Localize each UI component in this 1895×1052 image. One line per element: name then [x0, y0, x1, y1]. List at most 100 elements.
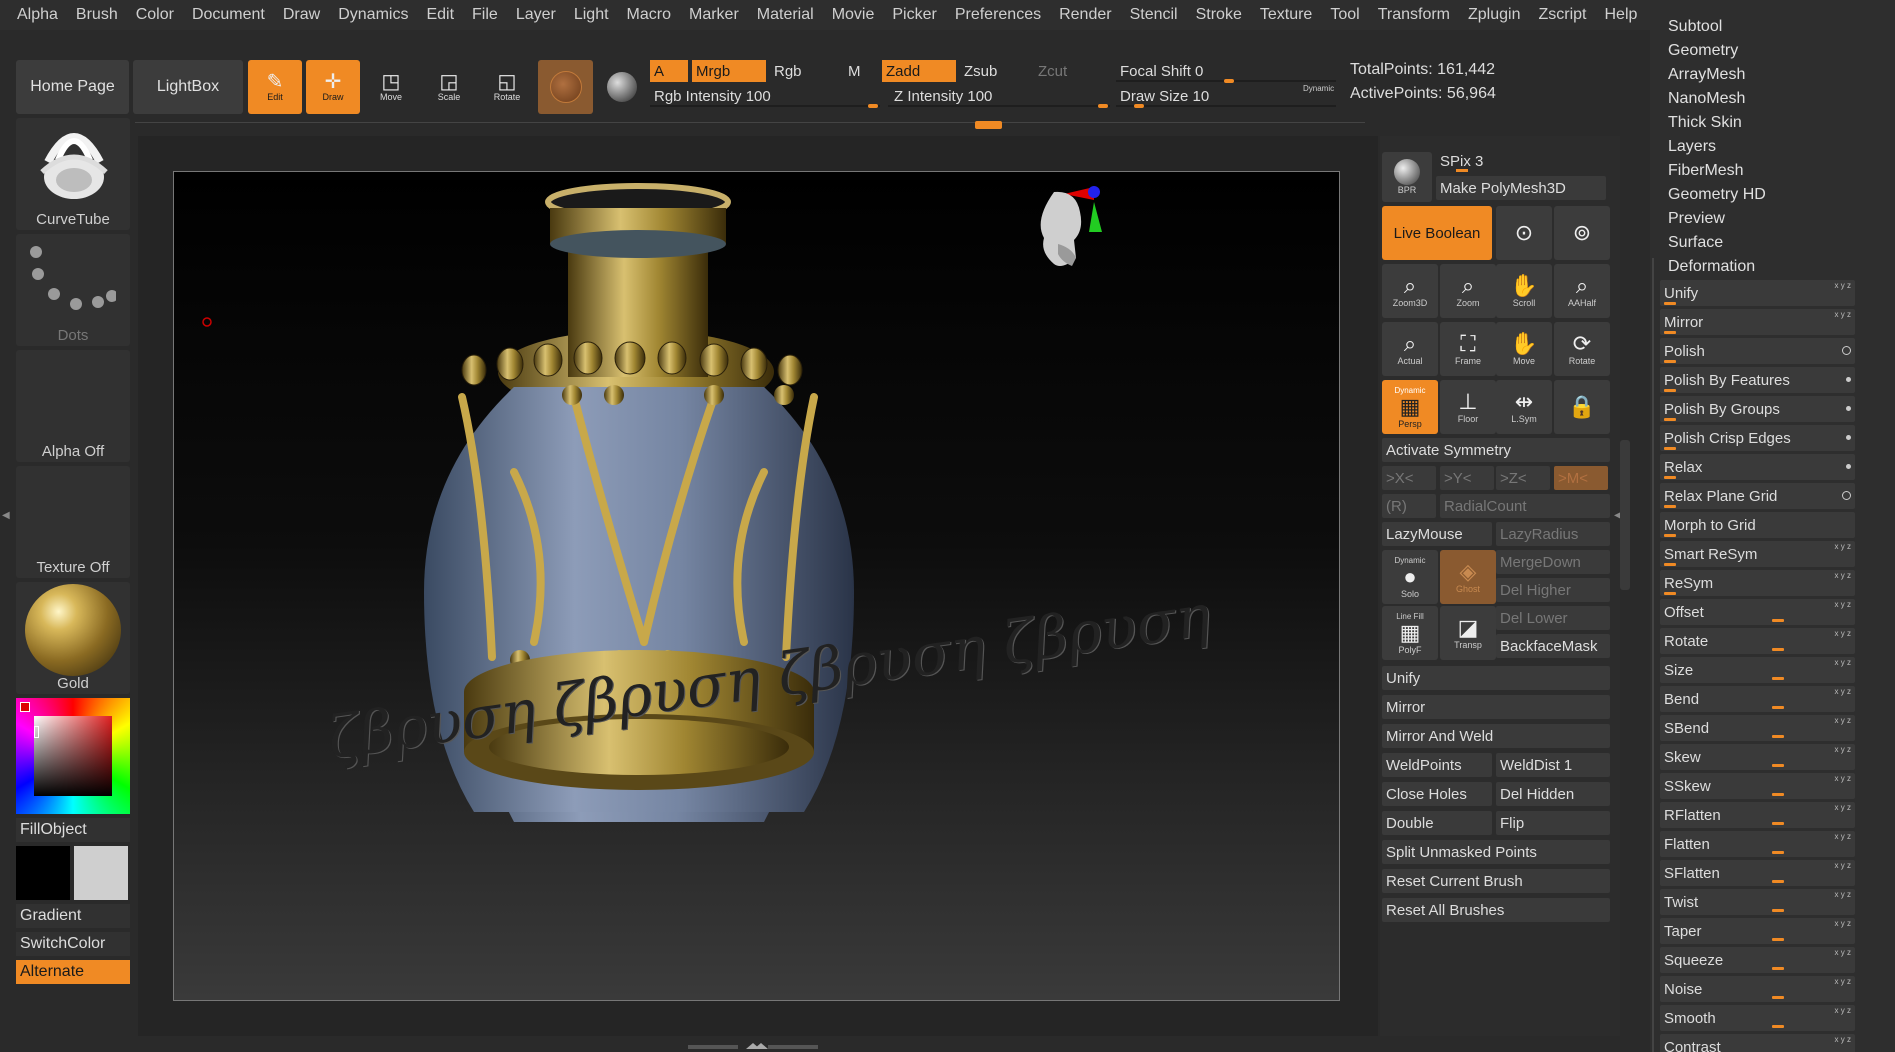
axis-marks[interactable]: x y z: [1835, 571, 1851, 580]
menu-help[interactable]: Help: [1604, 6, 1637, 24]
scale-button[interactable]: ◲ Scale: [422, 60, 476, 114]
menu-zscript[interactable]: Zscript: [1538, 6, 1586, 24]
tool-scrollbar[interactable]: [1620, 440, 1630, 590]
deformation-mirror[interactable]: Mirror x y z: [1660, 309, 1855, 335]
rotate-button[interactable]: ◱ Rotate: [480, 60, 534, 114]
axis-marks[interactable]: x y z: [1835, 977, 1851, 986]
material-thumbnail[interactable]: Gold: [16, 582, 130, 694]
symmetry-x-button[interactable]: >X<: [1382, 466, 1436, 490]
subpalette-deformation[interactable]: Deformation: [1668, 258, 1755, 276]
stroke-thumbnail[interactable]: Dots: [16, 234, 130, 346]
deformation-unify[interactable]: Unify x y z: [1660, 280, 1855, 306]
brush-thumbnail[interactable]: CurveTube: [16, 118, 130, 230]
zoom3d-button[interactable]: ⌕ Zoom3D: [1382, 264, 1438, 318]
menu-stroke[interactable]: Stroke: [1196, 6, 1242, 24]
toggle-circle-icon[interactable]: [1842, 346, 1851, 355]
toggle-dot-icon[interactable]: [1846, 377, 1851, 382]
subpalette-layers[interactable]: Layers: [1668, 138, 1716, 156]
polyf-button[interactable]: Line Fill ▦ PolyF: [1382, 606, 1438, 660]
switchcolor-button[interactable]: SwitchColor: [16, 932, 130, 956]
deformation-offset[interactable]: Offset x y z: [1660, 599, 1855, 625]
live-boolean-button[interactable]: Live Boolean: [1382, 206, 1492, 260]
axis-marks[interactable]: x y z: [1835, 281, 1851, 290]
subpalette-arraymesh[interactable]: ArrayMesh: [1668, 66, 1745, 84]
toggle-dot-icon[interactable]: [1846, 435, 1851, 440]
deformation-sbend[interactable]: SBend x y z: [1660, 715, 1855, 741]
del-higher-button[interactable]: Del Higher: [1496, 578, 1610, 602]
weldpoints-button[interactable]: WeldPoints: [1382, 753, 1492, 777]
lazyradius-slider[interactable]: LazyRadius: [1496, 522, 1610, 546]
deformation-taper[interactable]: Taper x y z: [1660, 918, 1855, 944]
symmetry-m-button[interactable]: >M<: [1554, 466, 1608, 490]
deformation-sskew[interactable]: SSkew x y z: [1660, 773, 1855, 799]
lsym-button[interactable]: ⇹ L.Sym: [1496, 380, 1552, 434]
deformation-polish-by-features[interactable]: Polish By Features: [1660, 367, 1855, 393]
zsub-button[interactable]: Zsub: [960, 60, 1024, 82]
close-holes-button[interactable]: Close Holes: [1382, 782, 1492, 806]
subpalette-geometry-hd[interactable]: Geometry HD: [1668, 186, 1766, 204]
menu-picker[interactable]: Picker: [892, 6, 936, 24]
subpalette-fibermesh[interactable]: FiberMesh: [1668, 162, 1744, 180]
symmetry-y-button[interactable]: >Y<: [1440, 466, 1494, 490]
gradient-button[interactable]: Gradient: [16, 904, 130, 928]
axis-marks[interactable]: x y z: [1835, 542, 1851, 551]
dynamesh-s-button[interactable]: ⊚: [1554, 206, 1610, 260]
spix-slider[interactable]: SPix 3: [1436, 150, 1606, 172]
symmetry-z-button[interactable]: >Z<: [1496, 466, 1550, 490]
transp-button[interactable]: ◪ Transp: [1440, 606, 1496, 660]
axis-marks[interactable]: x y z: [1835, 745, 1851, 754]
rgb-intensity-slider[interactable]: Rgb Intensity 100: [650, 85, 880, 108]
subpalette-preview[interactable]: Preview: [1668, 210, 1725, 228]
toggle-dot-icon[interactable]: [1846, 406, 1851, 411]
deformation-size[interactable]: Size x y z: [1660, 657, 1855, 683]
menu-draw[interactable]: Draw: [283, 6, 320, 24]
menu-transform[interactable]: Transform: [1378, 6, 1450, 24]
alternate-button[interactable]: Alternate: [16, 960, 130, 984]
double-button[interactable]: Double: [1382, 811, 1492, 835]
radial-r-button[interactable]: (R): [1382, 494, 1436, 518]
home-page-button[interactable]: Home Page: [16, 60, 129, 114]
deformation-skew[interactable]: Skew x y z: [1660, 744, 1855, 770]
menu-color[interactable]: Color: [136, 6, 174, 24]
split-unmasked-points-button[interactable]: Split Unmasked Points: [1382, 840, 1610, 864]
deformation-resym[interactable]: ReSym x y z: [1660, 570, 1855, 596]
axis-marks[interactable]: x y z: [1835, 310, 1851, 319]
deformation-squeeze[interactable]: Squeeze x y z: [1660, 947, 1855, 973]
menu-movie[interactable]: Movie: [832, 6, 875, 24]
menu-alpha[interactable]: Alpha: [17, 6, 58, 24]
del-lower-button[interactable]: Del Lower: [1496, 606, 1610, 630]
menu-stencil[interactable]: Stencil: [1130, 6, 1178, 24]
axis-marks[interactable]: x y z: [1835, 716, 1851, 725]
subpalette-nanomesh[interactable]: NanoMesh: [1668, 90, 1745, 108]
make-polymesh3d-button[interactable]: Make PolyMesh3D: [1436, 176, 1606, 200]
menu-texture[interactable]: Texture: [1260, 6, 1312, 24]
subpalette-geometry[interactable]: Geometry: [1668, 42, 1738, 60]
subpalette-surface[interactable]: Surface: [1668, 234, 1723, 252]
menu-document[interactable]: Document: [192, 6, 265, 24]
deformation-noise[interactable]: Noise x y z: [1660, 976, 1855, 1002]
lightbox-button[interactable]: LightBox: [133, 60, 243, 114]
texture-thumbnail[interactable]: Texture Off: [16, 466, 130, 578]
color-cursor[interactable]: [34, 726, 39, 738]
deformation-contrast[interactable]: Contrast x y z: [1660, 1034, 1855, 1052]
deformation-relax[interactable]: Relax: [1660, 454, 1855, 480]
persp-button[interactable]: Dynamic ▦ Persp: [1382, 380, 1438, 434]
deformation-polish-by-groups[interactable]: Polish By Groups: [1660, 396, 1855, 422]
deformation-flatten[interactable]: Flatten x y z: [1660, 831, 1855, 857]
document-canvas[interactable]: ζβρυση ζβρυση ζβρυση ζβρυση: [173, 171, 1340, 1001]
frame-button[interactable]: ⛶ Frame: [1440, 322, 1496, 376]
axis-marks[interactable]: x y z: [1835, 600, 1851, 609]
scroll-button[interactable]: ✋ Scroll: [1496, 264, 1552, 318]
menu-layer[interactable]: Layer: [516, 6, 556, 24]
axis-marks[interactable]: x y z: [1835, 1006, 1851, 1015]
mirror-and-weld-button[interactable]: Mirror And Weld: [1382, 724, 1610, 748]
deformation-rflatten[interactable]: RFlatten x y z: [1660, 802, 1855, 828]
axis-marks[interactable]: x y z: [1835, 774, 1851, 783]
deformation-smart-resym[interactable]: Smart ReSym x y z: [1660, 541, 1855, 567]
deformation-bend[interactable]: Bend x y z: [1660, 686, 1855, 712]
reset-all-brushes-button[interactable]: Reset All Brushes: [1382, 898, 1610, 922]
reset-current-brush-button[interactable]: Reset Current Brush: [1382, 869, 1610, 893]
menu-brush[interactable]: Brush: [76, 6, 118, 24]
zoom-button[interactable]: ⌕ Zoom: [1440, 264, 1496, 318]
deformation-polish[interactable]: Polish: [1660, 338, 1855, 364]
